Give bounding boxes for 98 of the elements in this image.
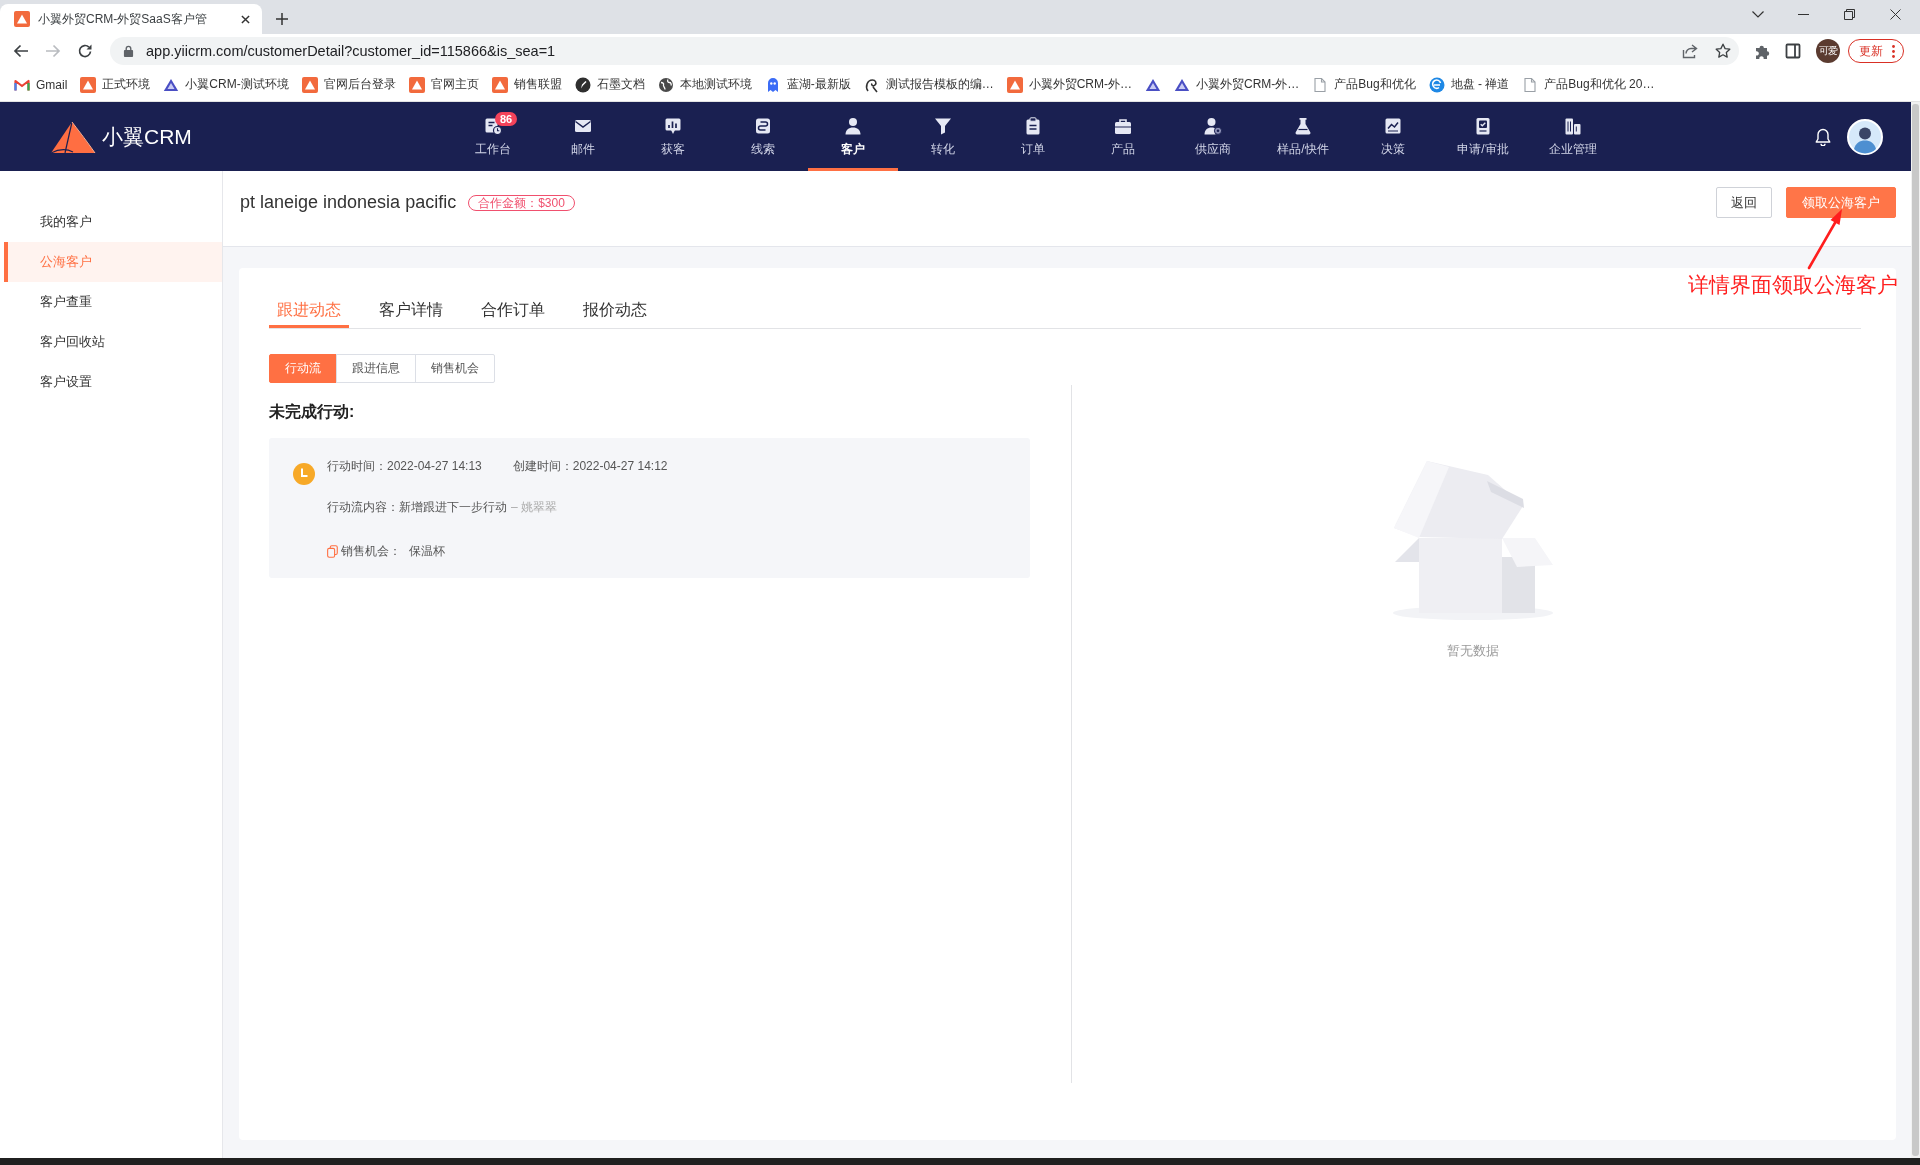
share-icon[interactable] bbox=[1682, 43, 1698, 59]
nav-item[interactable]: 邮件 bbox=[538, 102, 628, 171]
bookmark[interactable]: Gmail bbox=[14, 76, 68, 93]
briefcase-icon bbox=[1114, 117, 1132, 135]
sidebar-item[interactable]: 客户回收站 bbox=[4, 322, 222, 362]
tab[interactable]: 报价动态 bbox=[575, 296, 655, 328]
star-icon[interactable] bbox=[1715, 43, 1731, 59]
nav-item[interactable]: 供应商 bbox=[1168, 102, 1258, 171]
funnel-icon bbox=[934, 117, 952, 135]
nav-item[interactable]: 客户 bbox=[808, 102, 898, 171]
profile-button[interactable]: 可爱 bbox=[1816, 39, 1840, 63]
bookmark[interactable]: 官网后台登录 bbox=[301, 76, 396, 93]
tab[interactable]: 合作订单 bbox=[473, 296, 553, 328]
sidebar-item[interactable]: 客户设置 bbox=[4, 362, 222, 402]
page-icon bbox=[1312, 76, 1329, 93]
side-panel-icon[interactable] bbox=[1785, 43, 1801, 59]
route-icon bbox=[754, 117, 772, 135]
page-icon bbox=[1522, 76, 1539, 93]
bookmark[interactable]: 正式环境 bbox=[80, 76, 151, 93]
reload-icon[interactable] bbox=[77, 43, 93, 59]
bookmark[interactable]: 本地测试环境 bbox=[657, 76, 752, 93]
nav-item[interactable]: 企业管理 bbox=[1528, 102, 1618, 171]
bookmark[interactable]: 产品Bug和优化 20… bbox=[1522, 76, 1655, 93]
action-author: – 姚翠翠 bbox=[511, 499, 557, 516]
line-chart-icon bbox=[1384, 117, 1402, 135]
more-icon[interactable] bbox=[1892, 44, 1895, 58]
bookmark[interactable]: 蓝湖-最新版 bbox=[764, 76, 851, 93]
clock-icon bbox=[293, 463, 315, 485]
nav-item[interactable]: 样品/快件 bbox=[1258, 102, 1348, 171]
segment-button[interactable]: 销售机会 bbox=[415, 354, 495, 383]
action-content: 行动流内容：新增跟进下一步行动 bbox=[327, 499, 507, 516]
pen-circle-icon bbox=[574, 76, 591, 93]
nav-item[interactable]: 线索 bbox=[718, 102, 808, 171]
tent-logo-icon bbox=[80, 76, 97, 93]
opportunity-label: 销售机会： bbox=[341, 543, 401, 560]
sidebar-item[interactable]: 客户查重 bbox=[4, 282, 222, 322]
tent-logo-icon bbox=[50, 119, 96, 154]
annotation-arrow bbox=[1807, 208, 1845, 270]
tent-logo-icon bbox=[301, 76, 318, 93]
person-icon bbox=[844, 117, 862, 135]
annotation-text: 详情界面领取公海客户 bbox=[1688, 272, 1898, 298]
chart-bubble-icon bbox=[664, 117, 682, 135]
tent-logo-icon bbox=[408, 76, 425, 93]
puzzle-icon[interactable] bbox=[1754, 43, 1770, 59]
back-button[interactable]: 返回 bbox=[1716, 187, 1772, 218]
nav-item[interactable]: 转化 bbox=[898, 102, 988, 171]
bookmark[interactable]: 石墨文档 bbox=[574, 76, 645, 93]
close-icon[interactable] bbox=[241, 14, 250, 24]
close-icon[interactable] bbox=[1890, 8, 1901, 20]
new-tab-icon[interactable] bbox=[276, 13, 288, 25]
swirl-circle-icon bbox=[1428, 76, 1445, 93]
created-time: 创建时间：2022-04-27 14:12 bbox=[512, 458, 668, 475]
tent-logo-icon bbox=[14, 11, 30, 27]
lock-icon bbox=[123, 45, 134, 57]
swirl-icon bbox=[863, 76, 880, 93]
person-gear-icon bbox=[1204, 117, 1222, 135]
sidebar-item[interactable]: 我的客户 bbox=[4, 202, 222, 242]
customer-name: pt laneige indonesia pacific bbox=[240, 192, 457, 213]
scrollbar[interactable] bbox=[1911, 102, 1920, 1158]
tab[interactable]: 客户详情 bbox=[371, 296, 451, 328]
restore-icon[interactable] bbox=[1844, 8, 1855, 20]
clipboard-icon bbox=[1024, 117, 1042, 135]
browser-tab[interactable]: 小翼外贸CRM-外贸SaaS客户管 bbox=[0, 4, 262, 34]
envelope-icon bbox=[574, 117, 592, 135]
bookmark[interactable]: 小翼外贸CRM-外… bbox=[1174, 76, 1300, 93]
minimize-icon[interactable] bbox=[1798, 13, 1809, 15]
tent-logo-icon bbox=[1006, 76, 1023, 93]
avatar-icon[interactable] bbox=[1847, 118, 1883, 155]
bookmark[interactable]: 官网主页 bbox=[408, 76, 479, 93]
bookmark[interactable]: 地盘 - 禅道 bbox=[1428, 76, 1510, 93]
segment-button[interactable]: 跟进信息 bbox=[336, 354, 416, 383]
bell-icon[interactable] bbox=[1815, 127, 1831, 146]
bookmark[interactable]: 小翼CRM-测试环境 bbox=[163, 76, 289, 93]
notification-badge: 86 bbox=[495, 112, 518, 126]
bookmark[interactable]: 测试报告模板的编… bbox=[863, 76, 994, 93]
nav-item[interactable]: 产品 bbox=[1078, 102, 1168, 171]
nav-item[interactable]: 申请/审批 bbox=[1438, 102, 1528, 171]
nav-item[interactable]: 获客 bbox=[628, 102, 718, 171]
check-document-icon bbox=[1474, 117, 1492, 135]
section-title: 未完成行动: bbox=[269, 402, 356, 422]
nav-item[interactable]: 订单 bbox=[988, 102, 1078, 171]
globe-icon bbox=[657, 76, 674, 93]
copy-icon bbox=[327, 544, 338, 558]
back-arrow-icon[interactable] bbox=[13, 43, 29, 59]
empty-text: 暂无数据 bbox=[1446, 642, 1499, 660]
chevron-down-icon[interactable] bbox=[1752, 10, 1764, 18]
logo-text: 小翼CRM bbox=[102, 123, 192, 150]
opportunity-value[interactable]: 保温杯 bbox=[409, 541, 445, 561]
bookmark[interactable]: 销售联盟 bbox=[491, 76, 562, 93]
bookmark[interactable]: 小翼外贸CRM-外… bbox=[1006, 76, 1132, 93]
action-time: 行动时间：2022-04-27 14:13 bbox=[327, 458, 482, 475]
tent-logo-icon bbox=[491, 76, 508, 93]
building-icon bbox=[1564, 117, 1582, 135]
bookmark[interactable]: 产品Bug和优化 bbox=[1312, 76, 1416, 93]
flask-icon bbox=[1294, 117, 1312, 135]
address-bar[interactable]: app.yiicrm.com/customerDetail?customer_id=115866&is_sea=1 bbox=[110, 37, 1739, 65]
nav-item[interactable]: 86 工作台 bbox=[448, 102, 538, 171]
nav-item[interactable]: 决策 bbox=[1348, 102, 1438, 171]
